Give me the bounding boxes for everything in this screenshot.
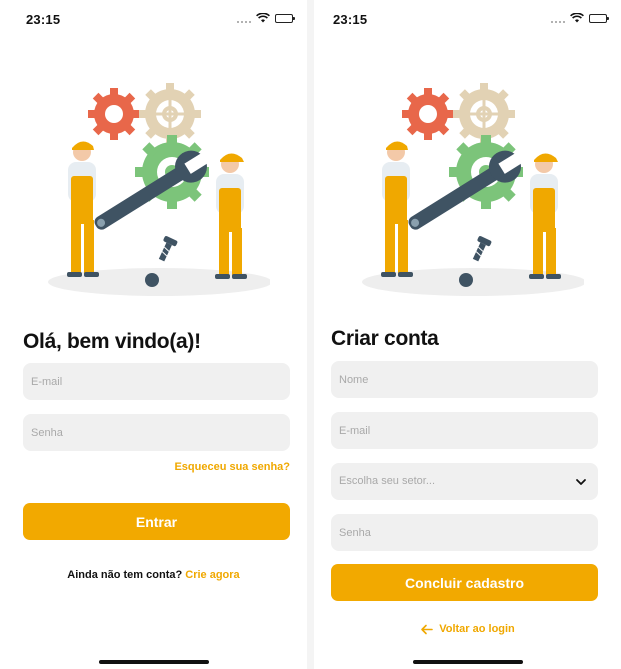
complete-signup-button[interactable]: Concluir cadastro — [331, 564, 598, 601]
wifi-icon — [570, 13, 584, 23]
signup-prompt: Ainda não tem conta? Crie agora — [0, 569, 307, 581]
password-field[interactable] — [23, 414, 290, 451]
chevron-down-icon[interactable] — [574, 475, 588, 489]
status-icons — [551, 13, 609, 23]
workers-gears-illustration — [354, 80, 584, 300]
create-account-link[interactable]: Crie agora — [185, 569, 239, 581]
arrow-left-icon — [421, 624, 434, 634]
signal-icon — [237, 13, 251, 23]
page-title: Criar conta — [331, 327, 439, 350]
login-button[interactable]: Entrar — [23, 503, 290, 540]
password-input[interactable] — [331, 514, 598, 551]
page-title: Olá, bem vindo(a)! — [23, 330, 201, 353]
sector-select-placeholder: Escolha seu setor... — [339, 475, 435, 487]
signup-screen: 23:15 Criar conta Escolha seu setor... C… — [314, 0, 621, 669]
wifi-icon — [256, 13, 270, 23]
email-field[interactable] — [23, 363, 290, 400]
status-icons — [237, 13, 295, 23]
status-time: 23:15 — [26, 12, 61, 27]
password-input[interactable] — [23, 414, 290, 451]
name-field[interactable] — [331, 361, 598, 398]
status-bar: 23:15 — [0, 0, 307, 40]
no-account-text: Ainda não tem conta? — [67, 569, 183, 581]
status-time: 23:15 — [333, 12, 368, 27]
battery-icon — [275, 13, 295, 23]
email-field[interactable] — [331, 412, 598, 449]
back-to-login-link[interactable]: Voltar ao login — [314, 623, 621, 635]
name-input[interactable] — [331, 361, 598, 398]
sector-select[interactable]: Escolha seu setor... — [331, 463, 598, 500]
back-to-login-label: Voltar ao login — [439, 623, 515, 635]
email-input[interactable] — [23, 363, 290, 400]
workers-gears-illustration — [40, 80, 270, 300]
home-indicator — [98, 660, 209, 664]
password-field[interactable] — [331, 514, 598, 551]
login-screen: 23:15 Olá, bem vindo(a)! Esqueceu sua se… — [0, 0, 307, 669]
battery-icon — [589, 13, 609, 23]
forgot-password-link[interactable]: Esqueceu sua senha? — [174, 461, 290, 473]
status-bar: 23:15 — [314, 0, 621, 40]
home-indicator — [412, 660, 523, 664]
signal-icon — [551, 13, 565, 23]
email-input[interactable] — [331, 412, 598, 449]
